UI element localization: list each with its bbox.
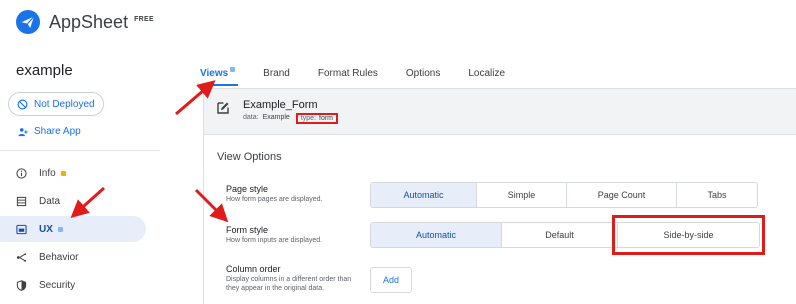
arrow-to-views-tab: [175, 80, 216, 116]
arrow-to-ux-item: [70, 186, 106, 219]
annotation-arrows: [70, 80, 229, 223]
arrow-to-form-style: [194, 188, 229, 223]
